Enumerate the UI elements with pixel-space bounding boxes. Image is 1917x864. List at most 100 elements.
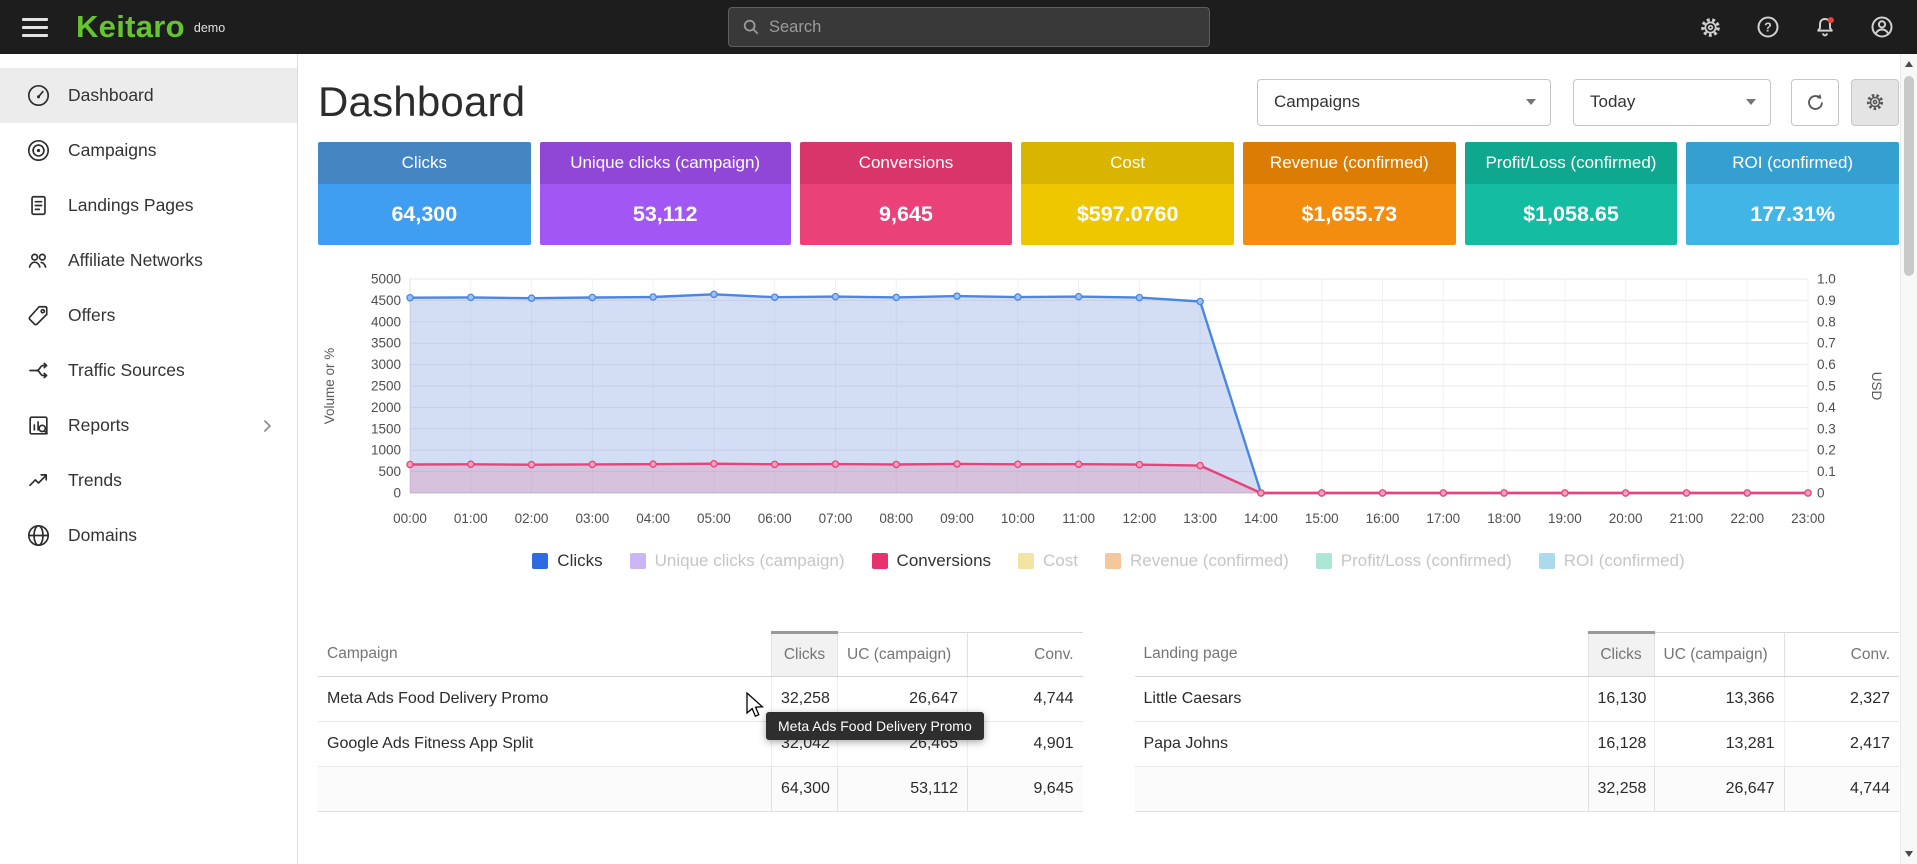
- column-header-campaign[interactable]: Campaign: [318, 633, 772, 677]
- metric-card-cost[interactable]: Cost$597.0760: [1021, 142, 1234, 245]
- logo-text: Keitaro: [76, 9, 185, 45]
- table-row[interactable]: Papa Johns16,12813,2812,417: [1135, 722, 1900, 767]
- legend-item-revenue-confirmed[interactable]: Revenue (confirmed): [1105, 551, 1289, 571]
- campaign-name-cell[interactable]: Meta Ads Food Delivery Promo: [318, 677, 772, 722]
- legend-swatch: [872, 553, 888, 569]
- column-header-clicks[interactable]: Clicks: [772, 633, 838, 677]
- metric-card-value: $1,655.73: [1243, 184, 1456, 245]
- sidebar-item-traffic-sources[interactable]: Traffic Sources: [0, 343, 297, 398]
- metric-card-roi-confirmed[interactable]: ROI (confirmed)177.31%: [1686, 142, 1899, 245]
- column-header-conv[interactable]: Conv.: [968, 633, 1083, 677]
- svg-text:?: ?: [1764, 21, 1772, 35]
- trends-icon: [26, 468, 51, 493]
- chevron-down-icon: [1526, 99, 1536, 105]
- svg-text:0.7: 0.7: [1817, 336, 1836, 351]
- metric-card-clicks[interactable]: Clicks64,300: [318, 142, 531, 245]
- svg-text:0: 0: [1817, 486, 1825, 501]
- app-logo[interactable]: Keitaro demo: [76, 9, 225, 45]
- legend-swatch: [1018, 553, 1034, 569]
- svg-text:1000: 1000: [371, 443, 401, 458]
- metric-card-label: Unique clicks (campaign): [540, 142, 791, 184]
- legend-item-unique-clicks-campaign[interactable]: Unique clicks (campaign): [630, 551, 845, 571]
- svg-text:19:00: 19:00: [1548, 511, 1582, 526]
- dashboard-settings-button[interactable]: [1851, 79, 1899, 126]
- svg-text:14:00: 14:00: [1244, 511, 1278, 526]
- legend-label: Clicks: [557, 551, 602, 571]
- legend-item-cost[interactable]: Cost: [1018, 551, 1078, 571]
- scroll-up-icon[interactable]: [1901, 56, 1917, 72]
- metric-card-revenue-confirmed[interactable]: Revenue (confirmed)$1,655.73: [1243, 142, 1456, 245]
- totals-cell: 26,647: [1654, 767, 1784, 812]
- sidebar-item-label: Offers: [68, 305, 115, 326]
- totals-cell: 9,645: [968, 767, 1083, 812]
- svg-text:1.0: 1.0: [1817, 272, 1836, 287]
- sidebar-item-affiliate-networks[interactable]: Affiliate Networks: [0, 233, 297, 288]
- account-icon[interactable]: [1868, 14, 1895, 41]
- metric-card-label: Conversions: [800, 142, 1013, 184]
- column-header-uc-campaign[interactable]: UC (campaign): [1654, 633, 1784, 677]
- sidebar-item-landings-pages[interactable]: Landings Pages: [0, 178, 297, 233]
- metric-card-label: Cost: [1021, 142, 1234, 184]
- sidebar-item-reports[interactable]: Reports: [0, 398, 297, 453]
- svg-text:0.5: 0.5: [1817, 379, 1836, 394]
- sidebar-item-offers[interactable]: Offers: [0, 288, 297, 343]
- svg-text:0.1: 0.1: [1817, 464, 1836, 479]
- sidebar-item-trends[interactable]: Trends: [0, 453, 297, 508]
- svg-text:0.3: 0.3: [1817, 421, 1836, 436]
- column-header-conv[interactable]: Conv.: [1784, 633, 1899, 677]
- svg-text:05:00: 05:00: [697, 511, 731, 526]
- svg-text:02:00: 02:00: [515, 511, 549, 526]
- sidebar-item-domains[interactable]: Domains: [0, 508, 297, 563]
- notifications-bell-icon[interactable]: [1811, 14, 1838, 41]
- settings-gear-icon[interactable]: [1697, 14, 1724, 41]
- legend-item-profit-loss-confirmed[interactable]: Profit/Loss (confirmed): [1316, 551, 1512, 571]
- metric-card-conversions[interactable]: Conversions9,645: [800, 142, 1013, 245]
- svg-text:3000: 3000: [371, 357, 401, 372]
- date-range-select[interactable]: Today: [1573, 79, 1771, 126]
- search-input[interactable]: [769, 18, 1196, 37]
- search-icon: [742, 18, 760, 36]
- svg-text:01:00: 01:00: [454, 511, 488, 526]
- scrollbar[interactable]: [1900, 54, 1917, 864]
- scroll-thumb[interactable]: [1904, 76, 1914, 276]
- legend-swatch: [1539, 553, 1555, 569]
- svg-text:07:00: 07:00: [819, 511, 853, 526]
- hover-tooltip: Meta Ads Food Delivery Promo: [766, 712, 984, 740]
- metric-card-label: Profit/Loss (confirmed): [1465, 142, 1678, 184]
- svg-text:3500: 3500: [371, 336, 401, 351]
- legend-item-roi-confirmed[interactable]: ROI (confirmed): [1539, 551, 1685, 571]
- legend-item-conversions[interactable]: Conversions: [872, 551, 992, 571]
- campaign-name-cell[interactable]: Google Ads Fitness App Split: [318, 722, 772, 767]
- scroll-down-icon[interactable]: [1901, 846, 1917, 862]
- sidebar-item-campaigns[interactable]: Campaigns: [0, 123, 297, 178]
- svg-text:20:00: 20:00: [1609, 511, 1643, 526]
- svg-text:15:00: 15:00: [1305, 511, 1339, 526]
- svg-text:00:00: 00:00: [393, 511, 427, 526]
- column-header-uc-campaign[interactable]: UC (campaign): [838, 633, 968, 677]
- totals-cell: 64,300: [772, 767, 838, 812]
- landing-name-cell[interactable]: Papa Johns: [1135, 722, 1589, 767]
- sidebar-item-label: Reports: [68, 415, 129, 436]
- sidebar-item-dashboard[interactable]: Dashboard: [0, 68, 297, 123]
- metric-card-unique-clicks-campaign[interactable]: Unique clicks (campaign)53,112: [540, 142, 791, 245]
- dashboard-chart[interactable]: 00:0001:0002:0003:0004:0005:0006:0007:00…: [318, 267, 1882, 539]
- legend-item-clicks[interactable]: Clicks: [532, 551, 602, 571]
- svg-text:09:00: 09:00: [940, 511, 974, 526]
- metric-card-profit-loss-confirmed[interactable]: Profit/Loss (confirmed)$1,058.65: [1465, 142, 1678, 245]
- sidebar-item-label: Affiliate Networks: [68, 250, 203, 271]
- table-cell: 13,281: [1654, 722, 1784, 767]
- table-cell: 4,901: [968, 722, 1083, 767]
- refresh-button[interactable]: [1791, 79, 1839, 126]
- landing-name-cell[interactable]: Little Caesars: [1135, 677, 1589, 722]
- help-icon[interactable]: ?: [1754, 14, 1781, 41]
- grouping-select[interactable]: Campaigns: [1257, 79, 1551, 126]
- svg-text:17:00: 17:00: [1426, 511, 1460, 526]
- column-header-clicks[interactable]: Clicks: [1588, 633, 1654, 677]
- column-header-landing-page[interactable]: Landing page: [1135, 633, 1589, 677]
- dashboard-gauge-icon: [26, 83, 51, 108]
- hamburger-menu-icon[interactable]: [22, 18, 48, 37]
- table-row[interactable]: Little Caesars16,13013,3662,327: [1135, 677, 1900, 722]
- legend-label: Profit/Loss (confirmed): [1341, 551, 1512, 571]
- table-cell: 2,327: [1784, 677, 1899, 722]
- svg-text:21:00: 21:00: [1670, 511, 1704, 526]
